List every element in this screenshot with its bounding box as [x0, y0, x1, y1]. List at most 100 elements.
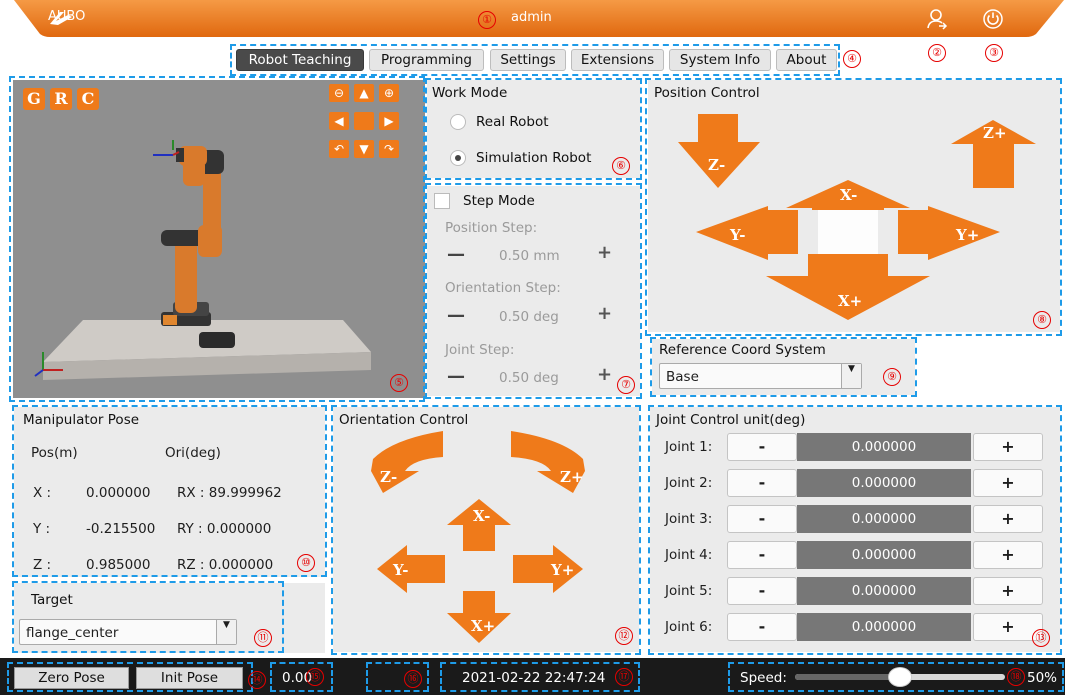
view3d-highlight — [9, 76, 425, 402]
tab-programming[interactable]: Programming — [369, 49, 484, 71]
zero-pose-button[interactable]: Zero Pose — [14, 667, 129, 689]
position-x-plus-button[interactable]: X+ — [766, 254, 930, 320]
joint-step-label: Joint Step: — [445, 342, 515, 358]
pose-ry-value: RY : 0.000000 — [177, 521, 272, 537]
joint-5-label: Joint 5: — [665, 583, 713, 599]
joint-1-plus-button[interactable]: + — [973, 433, 1043, 461]
target-select[interactable]: flange_center ▼ — [19, 619, 237, 645]
power-icon[interactable] — [982, 8, 1004, 30]
joint-2-plus-button[interactable]: + — [973, 469, 1043, 497]
joint-2-minus-button[interactable]: - — [727, 469, 797, 497]
current-user: admin — [511, 10, 552, 25]
pos-header: Pos(m) — [31, 445, 78, 461]
joint-6-minus-button[interactable]: - — [727, 613, 797, 641]
orientation-z-minus-label: Z- — [380, 468, 397, 486]
callout-6: ⑥ — [612, 157, 630, 175]
aubo-logo-icon — [50, 12, 72, 25]
orientation-arrows: Z- Z+ X- Y- Y+ X+ — [371, 431, 585, 643]
callout-14: ⑭ — [248, 671, 266, 689]
datetime: 2021-02-22 22:47:24 — [462, 670, 606, 686]
simulation-robot-radio[interactable] — [450, 150, 466, 166]
position-z-plus-button[interactable]: Z+ — [951, 120, 1036, 188]
position-step-plus[interactable]: + — [597, 242, 612, 263]
callout-11: ⑪ — [254, 629, 272, 647]
pose-title: Manipulator Pose — [23, 412, 140, 428]
position-y-plus-button[interactable]: Y+ — [898, 206, 1000, 260]
orientation-y-minus-button[interactable]: Y- — [377, 545, 445, 593]
joint-5-plus-button[interactable]: + — [973, 577, 1043, 605]
init-pose-button[interactable]: Init Pose — [136, 667, 243, 689]
tab-settings[interactable]: Settings — [490, 49, 566, 71]
pose-x-axis: X : — [33, 485, 52, 501]
real-robot-radio[interactable] — [450, 114, 466, 130]
joint-4-minus-button[interactable]: - — [727, 541, 797, 569]
orientation-step-minus[interactable]: — — [447, 305, 465, 326]
tab-system-info[interactable]: System Info — [669, 49, 771, 71]
joint-step-minus[interactable]: — — [447, 366, 465, 387]
callout-17: ⑰ — [615, 668, 633, 686]
speed-slider-handle[interactable] — [888, 667, 912, 687]
position-y-plus-label: Y+ — [955, 226, 979, 244]
joint-5-minus-button[interactable]: - — [727, 577, 797, 605]
position-y-minus-label: Y- — [729, 226, 745, 244]
reference-coord-select[interactable]: Base ▼ — [659, 363, 862, 389]
position-y-minus-button[interactable]: Y- — [696, 206, 798, 260]
joint-5-value: 0.000000 — [797, 577, 971, 605]
orientation-x-plus-button[interactable]: X+ — [447, 591, 511, 643]
pose-z-axis: Z : — [33, 557, 52, 573]
orientation-step-plus[interactable]: + — [597, 303, 612, 324]
callout-12: ⑫ — [615, 627, 633, 645]
callout-13: ⑬ — [1032, 629, 1050, 647]
reference-title: Reference Coord System — [659, 342, 826, 358]
joint-2-value: 0.000000 — [797, 469, 971, 497]
joint-step-value: 0.50 deg — [499, 370, 559, 386]
joint-3-value: 0.000000 — [797, 505, 971, 533]
simulation-robot-label: Simulation Robot — [476, 150, 592, 166]
tab-extensions[interactable]: Extensions — [571, 49, 664, 71]
joint-6-value: 0.000000 — [797, 613, 971, 641]
joint-step-plus[interactable]: + — [597, 364, 612, 385]
tab-about[interactable]: About — [776, 49, 837, 71]
user-switch-icon[interactable] — [926, 8, 948, 30]
position-step-minus[interactable]: — — [447, 244, 465, 265]
orientation-z-plus-button[interactable]: Z+ — [511, 431, 585, 493]
callout-18: ⑱ — [1007, 668, 1025, 686]
speed-slider-fill — [795, 674, 900, 680]
orientation-z-plus-label: Z+ — [560, 468, 584, 486]
pose-rz-value: RZ : 0.000000 — [177, 557, 274, 573]
callout-2: ② — [928, 44, 946, 62]
position-step-value: 0.50 mm — [499, 248, 560, 264]
pose-z-value: 0.985000 — [86, 557, 151, 573]
callout-7: ⑦ — [617, 376, 635, 394]
pose-y-axis: Y : — [33, 521, 51, 537]
orientation-y-plus-label: Y+ — [550, 561, 574, 579]
callout-10: ⑩ — [297, 554, 315, 572]
callout-5: ⑤ — [390, 374, 408, 392]
joint-6-label: Joint 6: — [665, 619, 713, 635]
callout-15: ⑮ — [306, 668, 324, 686]
orientation-step-label: Orientation Step: — [445, 280, 561, 296]
tab-robot-teaching[interactable]: Robot Teaching — [236, 49, 364, 71]
joint-3-plus-button[interactable]: + — [973, 505, 1043, 533]
joint-4-plus-button[interactable]: + — [973, 541, 1043, 569]
position-x-plus-label: X+ — [838, 292, 862, 310]
orientation-x-minus-button[interactable]: X- — [447, 499, 511, 551]
joint-1-value: 0.000000 — [797, 433, 971, 461]
joint-1-minus-button[interactable]: - — [727, 433, 797, 461]
speed-label: Speed: — [740, 670, 787, 686]
position-step-label: Position Step: — [445, 220, 538, 236]
orientation-y-plus-button[interactable]: Y+ — [513, 545, 583, 593]
position-x-minus-label: X- — [840, 186, 857, 204]
work-mode-title: Work Mode — [432, 85, 508, 101]
pose-x-value: 0.000000 — [86, 485, 151, 501]
chevron-down-icon: ▼ — [216, 620, 236, 644]
joint-1-label: Joint 1: — [665, 439, 713, 455]
callout-4: ④ — [843, 50, 861, 68]
step-mode-checkbox[interactable] — [434, 193, 450, 209]
joint-3-minus-button[interactable]: - — [727, 505, 797, 533]
aubo-logo: AUBO — [48, 9, 85, 25]
position-x-minus-button[interactable]: X- — [786, 180, 910, 210]
orientation-z-minus-button[interactable]: Z- — [371, 431, 443, 493]
position-z-minus-button[interactable]: Z- — [678, 114, 760, 188]
joint-3-label: Joint 3: — [665, 511, 713, 527]
